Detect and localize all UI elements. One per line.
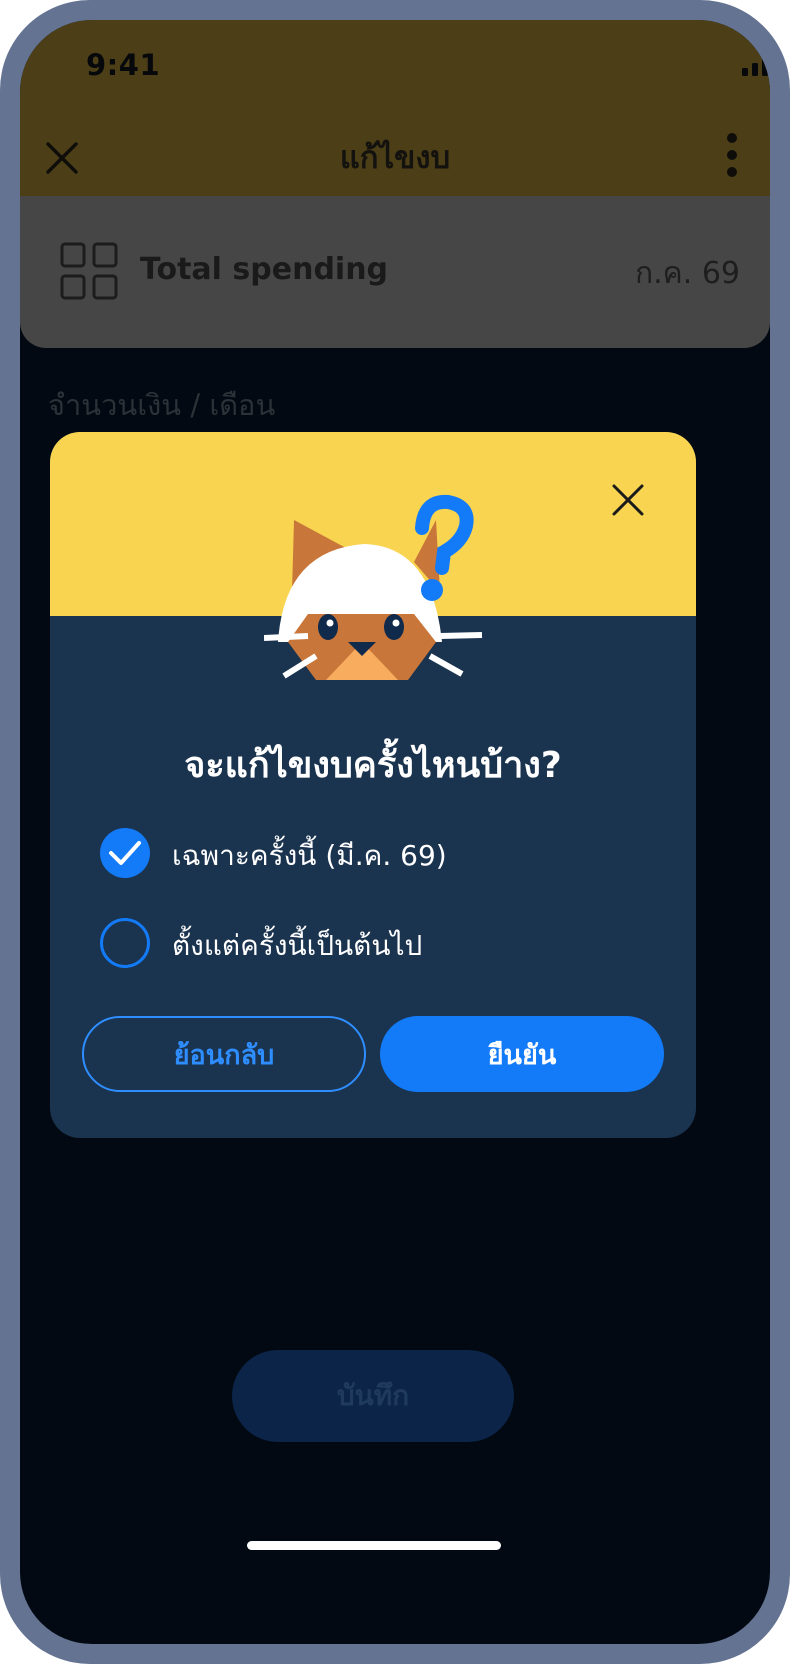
option-this-time-only[interactable]: เฉพาะครั้งนี้ (มี.ค. 69)	[100, 826, 660, 880]
status-time: 9:41	[86, 48, 161, 82]
budget-card: Total spending ก.ค. 69	[20, 196, 770, 348]
close-icon[interactable]	[610, 482, 646, 518]
budget-name: Total spending	[140, 252, 389, 287]
app-header: 9:41 แก้ไขงบ	[20, 20, 770, 196]
dialog-title: จะแก้ไขงบครั้งไหนบ้าง?	[184, 745, 562, 786]
option-label: เฉพาะครั้งนี้ (มี.ค. 69)	[172, 839, 447, 872]
screen: 9:41 แก้ไขงบ Total spending ก.ค. 69 จำนว…	[20, 20, 770, 1644]
option-from-now-on[interactable]: ตั้งแต่ครั้งนี้เป็นต้นไป	[100, 916, 660, 970]
grid-icon	[60, 242, 118, 300]
save-button[interactable]: บันทึก	[232, 1350, 514, 1442]
budget-month: ก.ค. 69	[634, 256, 740, 291]
amount-label: จำนวนเงิน / เดือน	[48, 388, 276, 422]
cat-mascot-icon	[264, 494, 483, 680]
edit-scope-dialog: จะแก้ไขงบครั้งไหนบ้าง? เฉพาะครั้งนี้ (มี…	[50, 432, 696, 1138]
signal-icon	[742, 58, 768, 76]
home-indicator	[247, 1541, 501, 1550]
back-button[interactable]: ย้อนกลับ	[82, 1016, 366, 1092]
radio-unchecked[interactable]	[100, 918, 150, 968]
page-title: แก้ไขงบ	[339, 140, 451, 176]
more-icon[interactable]	[726, 132, 738, 178]
radio-checked[interactable]	[100, 828, 150, 878]
check-icon	[109, 841, 141, 865]
phone-frame: 9:41 แก้ไขงบ Total spending ก.ค. 69 จำนว…	[0, 0, 790, 1664]
option-label: ตั้งแต่ครั้งนี้เป็นต้นไป	[172, 929, 423, 962]
confirm-button[interactable]: ยืนยัน	[380, 1016, 664, 1092]
